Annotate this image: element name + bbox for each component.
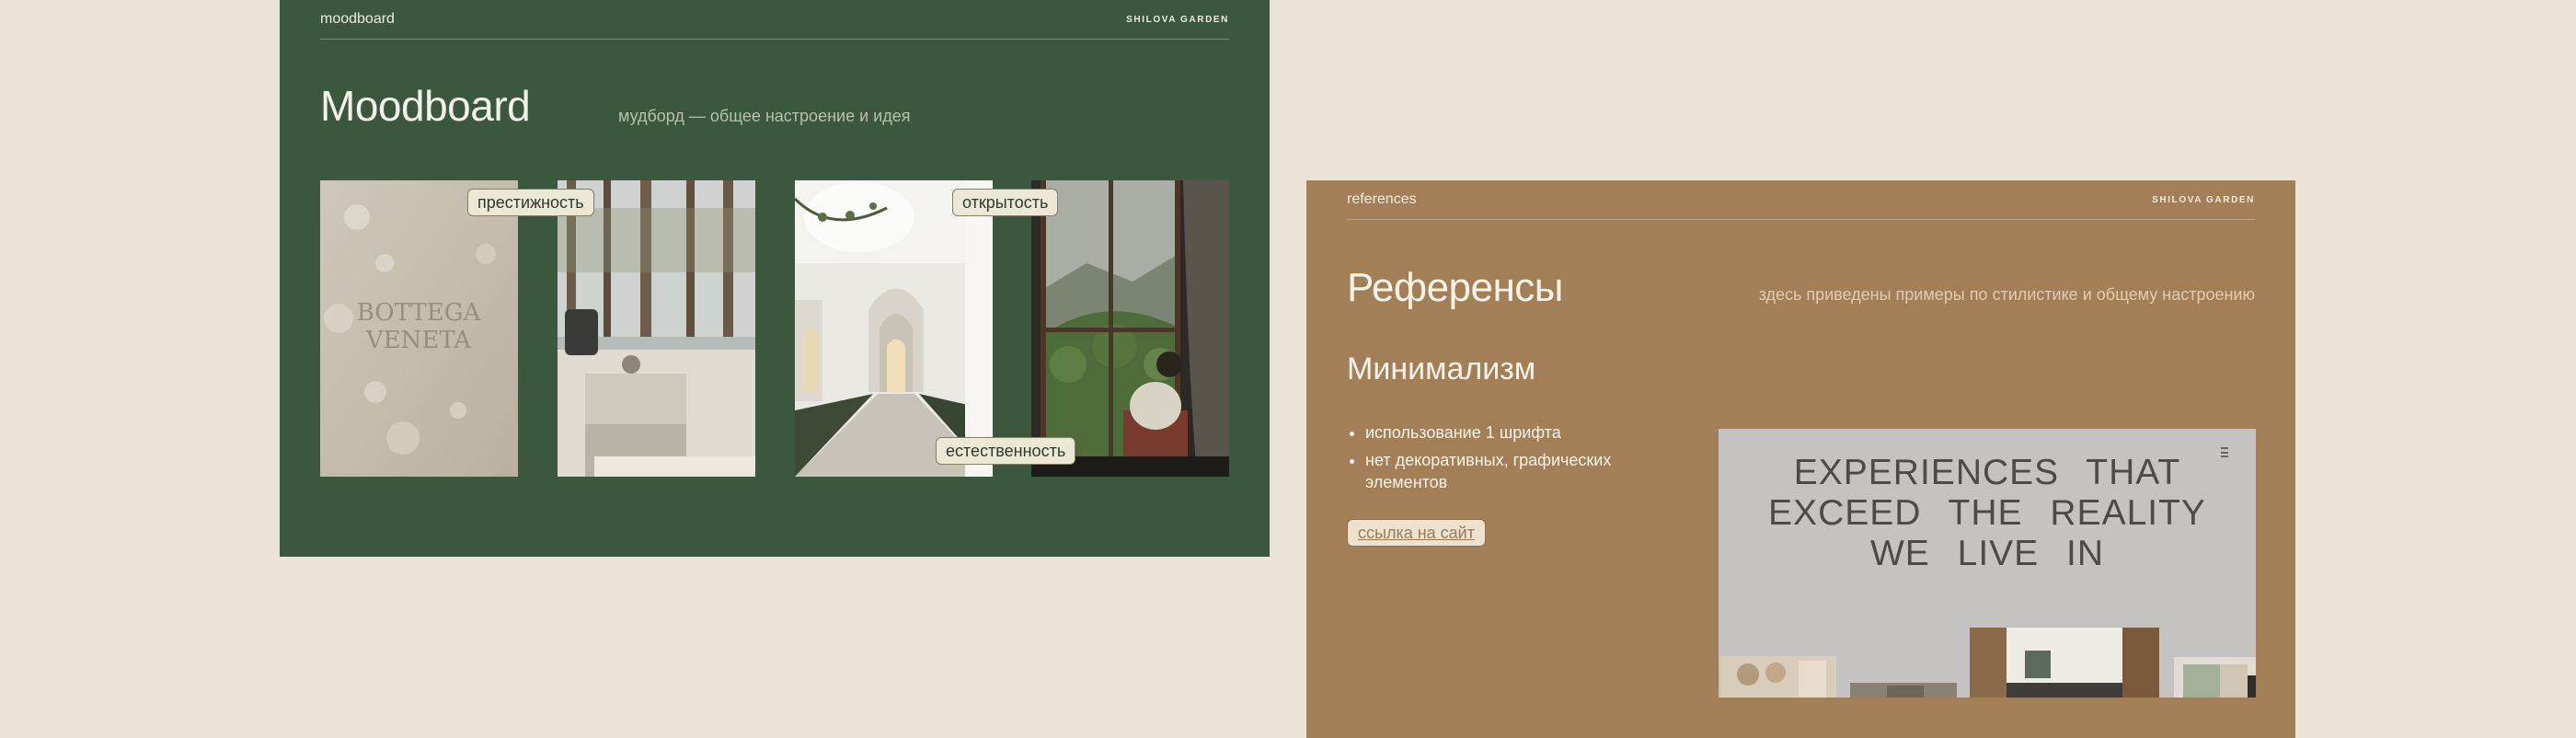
list-item: нет декоративных, графических элементов xyxy=(1365,449,1678,493)
photo-forest-interior xyxy=(558,180,755,477)
preview-thumb-window xyxy=(2174,657,2256,698)
feature-list: использование 1 шрифта нет декоративных,… xyxy=(1347,421,1678,499)
engraved-text: VENETA xyxy=(365,327,472,354)
preview-thumb-room xyxy=(1970,628,2159,698)
header-section-label: moodboard xyxy=(320,11,395,27)
page-title: Референсы xyxy=(1347,265,1563,310)
tag-prestige: престижность xyxy=(467,189,594,216)
list-item: использование 1 шрифта xyxy=(1365,421,1678,444)
photo-window-view xyxy=(1031,180,1229,477)
website-preview: EXPERIENCES THAT EXCEED THE REALITY WE L… xyxy=(1719,429,2256,698)
header-section-label: references xyxy=(1347,191,1417,207)
moodboard-slide: moodboard SHILOVA GARDEN Moodboard мудбо… xyxy=(280,0,1270,557)
references-header: references SHILOVA GARDEN xyxy=(1347,191,2255,220)
references-slide: references SHILOVA GARDEN Референсы здес… xyxy=(1306,180,2295,738)
tag-openness: открытость xyxy=(952,189,1059,216)
moodboard-header: moodboard SHILOVA GARDEN xyxy=(320,11,1229,40)
headline-line: WE LIVE IN xyxy=(1869,534,2105,573)
page-title: Moodboard xyxy=(320,82,531,130)
website-link[interactable]: ссылка на сайт xyxy=(1347,519,1486,547)
headline-line: EXPERIENCES THAT xyxy=(1793,453,2181,492)
preview-headline: EXPERIENCES THAT EXCEED THE REALITY WE L… xyxy=(1719,453,2256,574)
header-brand: SHILOVA GARDEN xyxy=(1126,15,1229,25)
header-brand: SHILOVA GARDEN xyxy=(2152,195,2255,205)
engraved-text: BOTTEGA xyxy=(357,299,482,327)
preview-thumb-people xyxy=(1720,656,1836,698)
photo-arched-corridor xyxy=(795,180,993,477)
section-title: Минимализм xyxy=(1347,352,1536,386)
page-subtitle: здесь приведены примеры по стилистике и … xyxy=(1758,285,2255,304)
page-subtitle: мудборд — общее настроение и идея xyxy=(618,107,911,125)
headline-line: EXCEED THE REALITY xyxy=(1768,493,2206,533)
photo-stone-wall: BOTTEGA VENETA xyxy=(320,180,518,477)
tag-naturalness: естественность xyxy=(936,437,1076,465)
preview-thumb-interior xyxy=(1850,683,1957,698)
